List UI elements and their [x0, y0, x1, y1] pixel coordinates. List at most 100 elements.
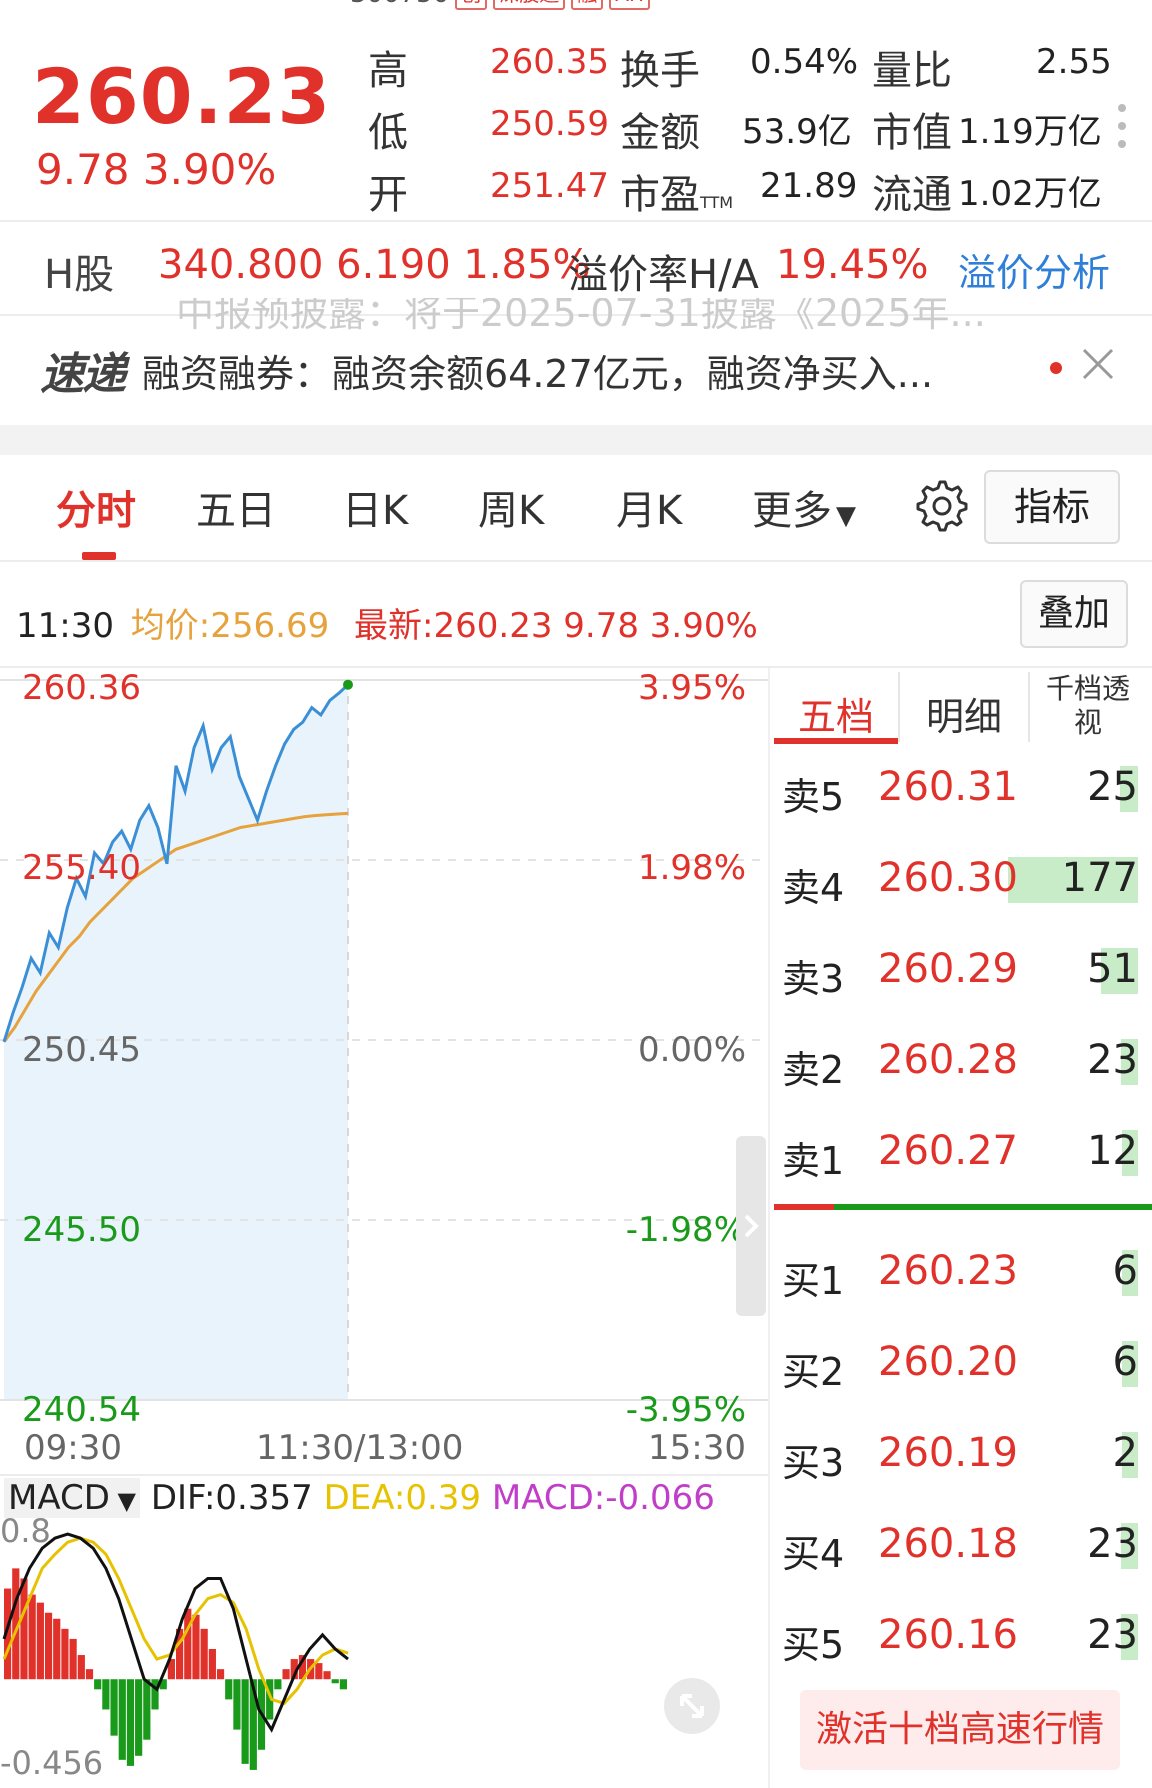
bid-row-2[interactable]: 买2 260.20 6	[782, 1323, 1144, 1413]
change-pct: 3.90%	[142, 145, 277, 194]
ask-row-1[interactable]: 卖5 260.31 25	[782, 748, 1144, 838]
macd-hist-bar	[233, 1679, 241, 1730]
bid-row-1[interactable]: 买1 260.23 6	[782, 1232, 1144, 1322]
tag-ah[interactable]: AH	[609, 0, 650, 10]
macd-hist-bar	[282, 1669, 290, 1680]
macd-hist-bar	[192, 1614, 200, 1680]
stat-value-pe: 21.89	[760, 166, 858, 206]
avg-value: 256.69	[210, 606, 330, 646]
gear-icon[interactable]	[916, 480, 968, 532]
tab-more[interactable]: 更多 ▼	[752, 478, 856, 536]
level-label: 卖5	[782, 775, 845, 819]
close-icon[interactable]	[1078, 344, 1118, 384]
latest-label: 最新:	[354, 606, 434, 646]
ob-tab-qiandang[interactable]: 千档透视	[1038, 672, 1138, 740]
x-label-open: 09:30	[24, 1428, 122, 1468]
macd-hist-bar	[126, 1679, 135, 1766]
panel-collapse-handle[interactable]	[736, 1136, 766, 1316]
tab-yuek[interactable]: 月K	[616, 478, 682, 536]
ask-row-5[interactable]: 卖1 260.27 12	[782, 1112, 1144, 1202]
y-left-label-3: 250.45	[22, 1030, 141, 1070]
stat-value-amount: 53.9亿	[742, 112, 852, 152]
ask-row-4[interactable]: 卖2 260.28 23	[782, 1021, 1144, 1111]
chevron-down-icon: ▼	[836, 501, 856, 531]
stock-code-row: 300750 创 深股通 融 AH	[350, 0, 650, 10]
level-price: 260.27	[878, 1128, 1018, 1174]
macd-hist-bar	[241, 1679, 249, 1764]
level-label: 买3	[782, 1441, 845, 1485]
expand-icon[interactable]	[664, 1678, 720, 1734]
level-label: 卖4	[782, 866, 845, 910]
level-volume: 51	[1087, 946, 1138, 992]
tab-rik[interactable]: 日K	[342, 478, 408, 536]
ob-tab-mingxi[interactable]: 明细	[902, 686, 1026, 741]
indicator-button[interactable]: 指标	[984, 470, 1120, 544]
overlay-button[interactable]: 叠加	[1020, 580, 1128, 648]
level-volume: 12	[1087, 1128, 1138, 1174]
y-left-label-2: 255.40	[22, 848, 141, 888]
stat-label-volratio: 量比	[872, 48, 952, 94]
bid-row-3[interactable]: 买3 260.19 2	[782, 1414, 1144, 1504]
active-tab-indicator	[82, 552, 116, 560]
bid-ask-divider-green	[834, 1204, 1152, 1210]
news-badge: 速递	[40, 349, 126, 400]
level-label: 买4	[782, 1532, 845, 1576]
macd-hist-bar	[216, 1669, 225, 1680]
divider	[898, 672, 900, 742]
activate-level10-button[interactable]: 激活十档高速行情	[800, 1690, 1120, 1770]
h-share-label: H股	[44, 252, 115, 298]
ask-row-3[interactable]: 卖3 260.29 51	[782, 930, 1144, 1020]
tab-zhouk[interactable]: 周K	[478, 478, 544, 536]
stat-value-turnover: 0.54%	[750, 42, 859, 82]
premium-analysis-link[interactable]: 溢价分析	[958, 242, 1110, 297]
macd-hist-bar	[118, 1679, 126, 1760]
stat-label-open: 开	[368, 172, 408, 218]
stat-label-mktcap: 市值	[872, 110, 952, 156]
divider	[1028, 672, 1030, 742]
level-volume: 23	[1087, 1612, 1138, 1658]
stat-label-float: 流通	[872, 172, 952, 218]
stock-code: 300750	[350, 0, 449, 9]
ask-row-2[interactable]: 卖4 260.30 177	[782, 839, 1144, 929]
level-label: 买2	[782, 1350, 845, 1394]
news-faded-line: 中报预披露：将于2025-07-31披露《2025年...	[176, 298, 986, 334]
divider	[768, 668, 770, 1788]
macd-dif: DIF:0.357	[150, 1478, 313, 1518]
macd-chart-svg	[2, 1532, 349, 1770]
level-volume: 23	[1087, 1521, 1138, 1567]
macd-hist-bar	[77, 1655, 85, 1680]
stat-value-float: 1.02万亿	[958, 174, 1102, 214]
macd-hist-bar	[274, 1679, 282, 1690]
y-right-label-4: -1.98%	[625, 1210, 746, 1250]
h-share-price: 340.800	[158, 242, 324, 288]
bid-row-5[interactable]: 买5 260.16 23	[782, 1596, 1144, 1686]
macd-hist-bar	[110, 1679, 118, 1736]
level-price: 260.28	[878, 1037, 1018, 1083]
y-right-label-1: 3.95%	[637, 668, 746, 708]
bid-ask-divider-red	[774, 1204, 834, 1210]
stat-label-low: 低	[368, 110, 408, 156]
macd-hist-bar	[20, 1578, 28, 1680]
y-left-label-5: 240.54	[22, 1390, 141, 1430]
y-right-label-2: 1.98%	[637, 848, 746, 888]
divider	[0, 1474, 768, 1476]
tag-chuang: 创	[455, 0, 488, 10]
caret-down-icon: ▼	[109, 1487, 137, 1515]
tag-shengutong: 深股通	[493, 0, 566, 10]
h-share-change: 6.190	[336, 242, 451, 288]
macd-dea: DEA:0.39	[323, 1478, 482, 1518]
news-ticker[interactable]: 速递 融资融券：融资余额64.27亿元，融资净买入...	[40, 338, 933, 402]
current-price: 260.23	[32, 52, 332, 141]
more-dots-icon[interactable]	[1118, 104, 1126, 148]
price-change: 9.78 3.90%	[36, 145, 276, 194]
tab-fenshi[interactable]: 分时	[56, 478, 136, 536]
ob-tab-wudang[interactable]: 五档	[774, 686, 898, 741]
tab-wuri[interactable]: 五日	[196, 478, 276, 536]
level-price: 260.18	[878, 1521, 1018, 1567]
macd-header: MACD ▼ DIF:0.357 DEA:0.39 MACD:-0.066	[4, 1478, 715, 1518]
macd-hist-bar	[225, 1679, 233, 1700]
level-price: 260.20	[878, 1339, 1018, 1385]
y-left-label-1: 260.36	[22, 668, 141, 708]
bid-row-4[interactable]: 买4 260.18 23	[782, 1505, 1144, 1595]
level-label: 买5	[782, 1623, 845, 1667]
